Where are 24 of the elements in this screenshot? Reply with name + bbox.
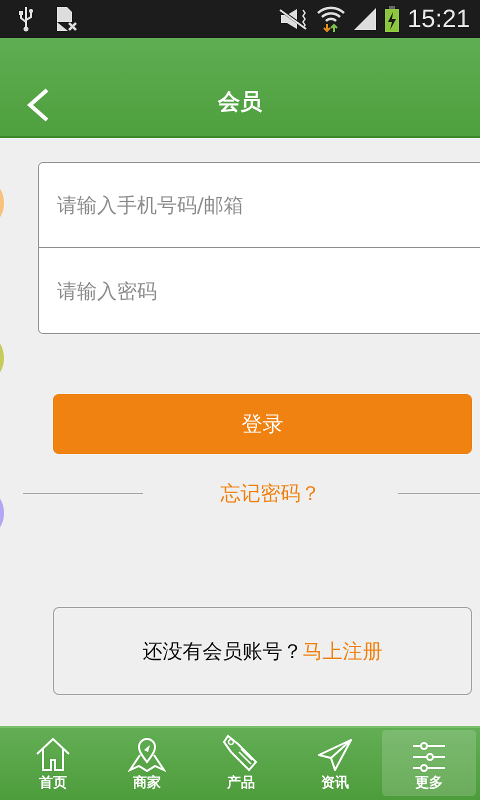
login-button[interactable]: 登录 [53,394,472,454]
tab[interactable]: 产品 [194,730,288,796]
battery-icon [385,6,400,32]
account-field[interactable]: 请输入手机号码/邮箱 [38,162,480,248]
wifi-icon [317,5,346,33]
tab[interactable]: 资讯 [288,730,382,796]
page-title: 会员 [218,89,262,117]
usb-icon [18,6,34,32]
mute-icon [277,7,310,31]
tab[interactable]: 更多 [382,730,476,796]
sliders-icon [411,742,447,772]
register-link[interactable]: 马上注册 [302,638,382,664]
password-field[interactable]: 请输入密码 [38,248,480,334]
signal-icon [353,7,378,31]
register-prompt: 还没有会员账号？马上注册 [53,607,472,695]
price-tag-icon [222,734,260,772]
clock-time: 15:21 [407,4,470,34]
map-pin-icon [128,738,166,772]
forgot-password-link[interactable]: 忘记密码？ [220,480,320,507]
home-icon [35,736,71,772]
tab[interactable]: 首页 [6,730,100,796]
tab[interactable]: 商家 [100,730,194,796]
sim-card-icon [56,6,78,32]
paper-plane-icon [317,738,353,772]
